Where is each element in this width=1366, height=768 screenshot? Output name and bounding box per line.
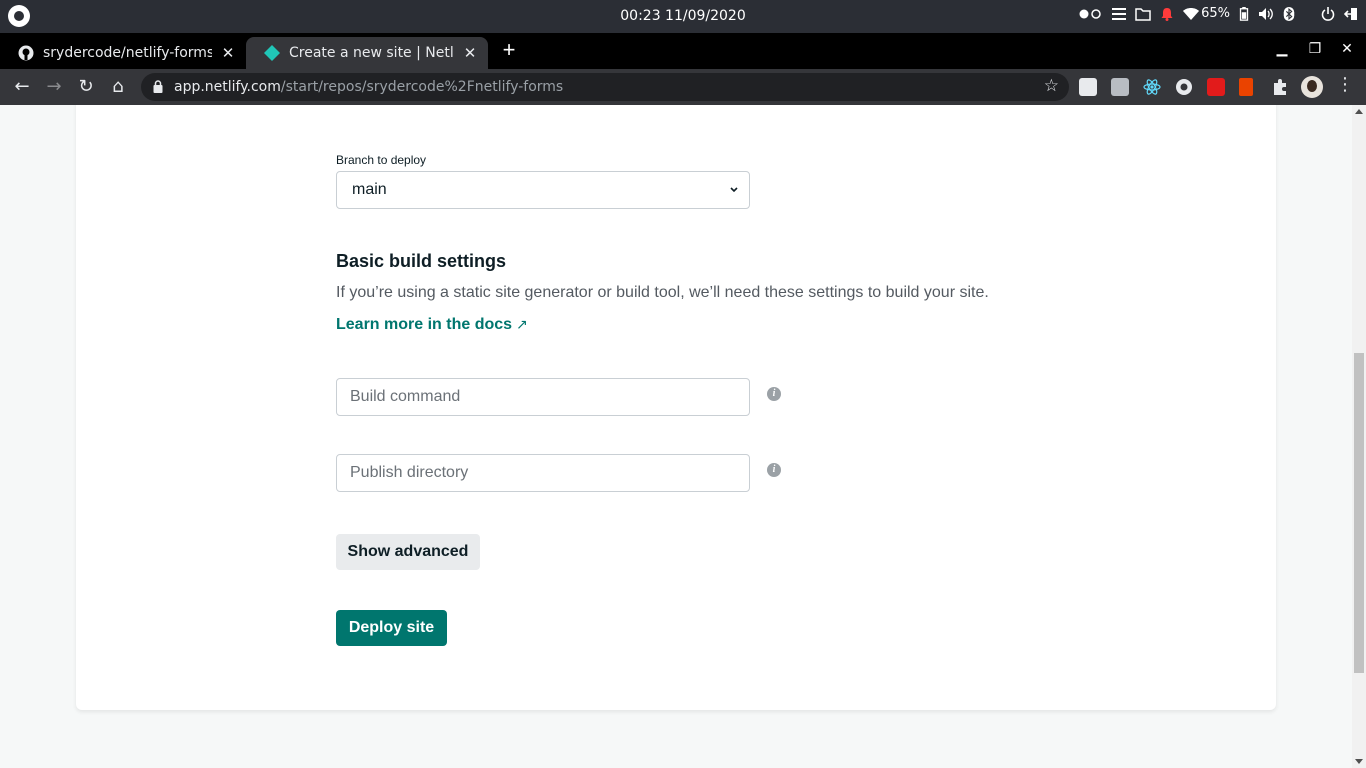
react-devtools-icon[interactable] [1143, 78, 1161, 96]
browser-menu-icon[interactable]: ⋮ [1336, 74, 1354, 95]
scroll-down-arrow-icon[interactable] [1355, 759, 1363, 764]
back-arrow-icon[interactable]: ← [10, 75, 34, 99]
bluetooth-icon[interactable] [1283, 6, 1295, 21]
menu-lines-icon[interactable] [1112, 7, 1127, 21]
os-system-tray: 65% [1079, 6, 1358, 21]
netlify-icon [264, 45, 280, 61]
volume-icon[interactable] [1258, 7, 1274, 21]
docs-link-label: Learn more in the docs [336, 316, 513, 333]
window-close-icon[interactable]: ✕ [1335, 40, 1359, 57]
profile-avatar[interactable] [1301, 76, 1323, 98]
extension-circle-icon[interactable] [1175, 78, 1193, 96]
extension-screen-icon[interactable] [1079, 78, 1097, 96]
tab-title: Create a new site | Netlify [289, 45, 454, 61]
tab-github-repo[interactable]: srydercode/netlify-forms ✕ [0, 37, 246, 69]
chevron-down-icon [730, 187, 738, 193]
url-text: app.netlify.com/start/repos/srydercode%2… [174, 79, 563, 95]
deploy-settings-card: chrisdev Branch to deploy main Basic bui… [76, 105, 1276, 710]
extensions-puzzle-icon[interactable] [1271, 78, 1289, 96]
tab-title: srydercode/netlify-forms [43, 45, 212, 61]
power-icon[interactable] [1321, 6, 1335, 21]
folder-icon[interactable] [1135, 7, 1151, 21]
lock-icon [153, 80, 163, 93]
page-scrollbar[interactable] [1352, 105, 1366, 768]
learn-more-docs-link[interactable]: Learn more in the docs ↗ [336, 316, 528, 334]
extension-red-icon[interactable] [1207, 78, 1225, 96]
section-description: If you’re using a static site generator … [336, 284, 989, 301]
section-title: Basic build settings [336, 251, 507, 271]
logout-icon[interactable] [1344, 7, 1358, 21]
office-icon[interactable] [1239, 78, 1253, 96]
notification-bell-icon[interactable] [1160, 7, 1174, 21]
browser-toolbar: ← → ↻ ⌂ app.netlify.com/start/repos/sryd… [0, 69, 1366, 105]
home-icon[interactable]: ⌂ [106, 75, 130, 99]
show-advanced-button[interactable]: Show advanced [336, 534, 480, 570]
scrollbar-thumb[interactable] [1354, 353, 1364, 673]
github-icon [18, 45, 34, 61]
record-indicator-icon[interactable] [1079, 7, 1103, 21]
reload-icon[interactable]: ↻ [74, 75, 98, 99]
wifi-status[interactable]: 65% [1183, 6, 1230, 21]
forward-arrow-icon[interactable]: → [42, 75, 66, 99]
battery-percent: 65% [1201, 6, 1230, 21]
tab-netlify-new-site[interactable]: Create a new site | Netlify ✕ [246, 37, 488, 69]
deploy-site-button[interactable]: Deploy site [336, 610, 447, 646]
tab-close-icon[interactable]: ✕ [220, 44, 236, 62]
url-host: app.netlify.com [174, 79, 281, 95]
publish-directory-input[interactable] [336, 454, 750, 492]
new-tab-plus-icon[interactable]: + [498, 36, 520, 64]
url-path: /start/repos/srydercode%2Fnetlify-forms [280, 79, 564, 95]
wifi-icon [1183, 7, 1200, 20]
battery-icon[interactable] [1239, 6, 1249, 21]
browser-tab-strip: srydercode/netlify-forms ✕ Create a new … [0, 33, 1366, 69]
extension-chat-icon[interactable] [1111, 78, 1129, 96]
branch-label: Branch to deploy [336, 153, 427, 167]
address-bar[interactable]: app.netlify.com/start/repos/srydercode%2… [141, 73, 1069, 101]
scroll-up-arrow-icon[interactable] [1355, 109, 1363, 114]
publish-directory-info-icon[interactable]: i [767, 463, 781, 477]
page-viewport: chrisdev Branch to deploy main Basic bui… [0, 105, 1352, 768]
bookmark-star-icon[interactable]: ☆ [1044, 76, 1059, 96]
branch-select[interactable]: main [336, 171, 750, 209]
build-command-info-icon[interactable]: i [767, 387, 781, 401]
os-top-bar: 00:23 11/09/2020 65% [0, 0, 1366, 33]
maximize-icon[interactable]: ❐ [1303, 40, 1327, 57]
minimize-icon[interactable]: ▁ [1270, 40, 1294, 57]
external-link-arrow-icon: ↗ [516, 317, 528, 333]
tab-close-icon[interactable]: ✕ [462, 44, 478, 62]
branch-select-value: main [352, 181, 387, 198]
build-command-input[interactable] [336, 378, 750, 416]
